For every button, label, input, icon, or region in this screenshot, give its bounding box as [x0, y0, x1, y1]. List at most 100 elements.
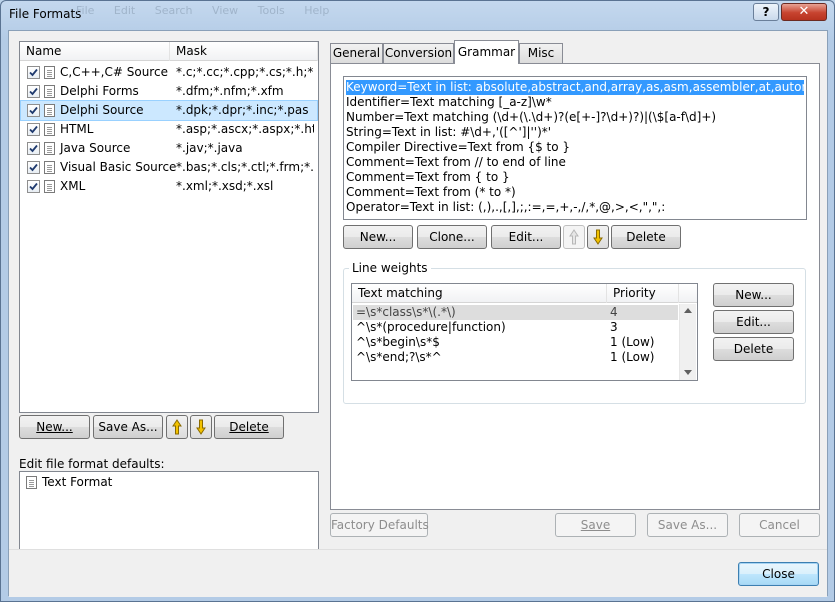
- new-format-label: New...: [36, 420, 73, 434]
- document-icon: [44, 161, 55, 174]
- tab-grammar[interactable]: Grammar: [454, 40, 519, 64]
- document-icon: [44, 142, 55, 155]
- new-format-button[interactable]: New...: [19, 415, 90, 439]
- format-enabled-checkbox[interactable]: [27, 104, 40, 117]
- format-name: XML: [60, 179, 86, 193]
- line-weights-list[interactable]: Text matching Priority =\s*class\s*\(.*\…: [351, 283, 698, 381]
- grammar-edit-label: Edit...: [508, 230, 544, 244]
- grammar-new-button[interactable]: New...: [343, 225, 413, 249]
- grammar-rule-item[interactable]: Comment=Text from // to end of line: [346, 155, 566, 170]
- grammar-move-down-button[interactable]: [587, 225, 609, 249]
- background-menu-ghost: File Edit Search View Tools Help: [76, 4, 345, 17]
- checkmark-icon: [29, 125, 38, 134]
- column-header-mask[interactable]: Mask: [170, 42, 318, 61]
- grammar-tab-panel: Keyword=Text in list: absolute,abstract,…: [330, 63, 820, 510]
- grammar-rule-item[interactable]: Compiler Directive=Text from {$ to }: [346, 140, 570, 155]
- grammar-rule-item[interactable]: Comment=Text from { to }: [346, 170, 510, 185]
- format-row[interactable]: Java Source *.jav;*.java: [21, 139, 317, 158]
- format-enabled-checkbox[interactable]: [27, 85, 40, 98]
- ghost-menu-item: View: [212, 4, 239, 17]
- format-row[interactable]: C,C++,C# Source *.c;*.cc;*.cpp;*.cs;*.h;*…: [21, 63, 317, 82]
- format-row[interactable]: Delphi Forms *.dfm;*.nfm;*.xfm: [21, 82, 317, 101]
- line-weight-pattern: ^\s*(procedure|function): [356, 320, 506, 334]
- factory-defaults-button[interactable]: Factory Defaults: [330, 513, 429, 537]
- format-enabled-checkbox[interactable]: [27, 66, 40, 79]
- grammar-delete-label: Delete: [626, 230, 666, 244]
- format-row[interactable]: HTML *.asp;*.ascx;*.aspx;*.ht...: [21, 120, 317, 139]
- format-name: C,C++,C# Source: [60, 65, 168, 79]
- line-weight-row[interactable]: ^\s*begin\s*$ 1 (Low): [353, 335, 678, 350]
- column-header-priority[interactable]: Priority: [607, 284, 679, 303]
- arrow-down-icon: [593, 229, 603, 245]
- tab-conversion[interactable]: Conversion: [383, 43, 454, 63]
- cancel-button[interactable]: Cancel: [739, 513, 820, 537]
- grammar-rule-item[interactable]: Keyword=Text in list: absolute,abstract,…: [346, 80, 806, 95]
- document-icon: [26, 476, 37, 489]
- list-header: Name Mask: [20, 42, 318, 61]
- format-mask: *.xml;*.xsd;*.xsl: [176, 179, 274, 193]
- list-item[interactable]: Text Format: [24, 473, 314, 492]
- format-name: HTML: [60, 122, 94, 136]
- column-header-name[interactable]: Name: [20, 42, 170, 61]
- save-button[interactable]: Save: [555, 513, 636, 537]
- format-name: Delphi Forms: [60, 84, 139, 98]
- format-row[interactable]: XML *.xml;*.xsd;*.xsl: [21, 177, 317, 196]
- footer-separator: [9, 549, 827, 597]
- save-as-format-button[interactable]: Save As...: [93, 415, 163, 439]
- grammar-rule-item[interactable]: Number=Text matching (\d+(\.\d+)?(e[+-]?…: [346, 110, 716, 125]
- line-weights-label: Line weights: [349, 261, 431, 275]
- arrow-up-icon: [172, 419, 182, 435]
- move-down-format-button[interactable]: [190, 415, 212, 439]
- help-button[interactable]: ?: [753, 3, 779, 21]
- scroll-down-icon: [684, 370, 692, 375]
- window-close-button[interactable]: ✕: [781, 3, 827, 21]
- arrow-up-icon: [569, 229, 579, 245]
- format-enabled-checkbox[interactable]: [27, 161, 40, 174]
- close-button[interactable]: Close: [738, 562, 819, 586]
- cancel-label: Cancel: [759, 518, 800, 532]
- line-weight-row[interactable]: ^\s*(procedure|function) 3: [353, 320, 678, 335]
- move-up-format-button[interactable]: [166, 415, 188, 439]
- grammar-delete-button[interactable]: Delete: [611, 225, 681, 249]
- file-format-list[interactable]: Name Mask C,C++,C# Source *.c;*.cc;*.cpp;…: [19, 41, 319, 413]
- line-weight-row[interactable]: ^\s*end;?\s*^ 1 (Low): [353, 350, 678, 365]
- save-as-button[interactable]: Save As...: [647, 513, 728, 537]
- format-mask: *.asp;*.ascx;*.aspx;*.ht...: [176, 122, 314, 136]
- weights-delete-button[interactable]: Delete: [713, 337, 794, 361]
- checkmark-icon: [29, 144, 38, 153]
- weights-edit-button[interactable]: Edit...: [713, 310, 794, 334]
- delete-format-button[interactable]: Delete: [214, 415, 284, 439]
- line-weight-row[interactable]: =\s*class\s*\(.*\) 4: [353, 305, 678, 320]
- weights-new-label: New...: [735, 288, 772, 302]
- edit-defaults-label: Edit file format defaults:: [19, 457, 165, 471]
- tab-misc[interactable]: Misc: [519, 43, 563, 63]
- line-weight-pattern: =\s*class\s*\(.*\): [356, 305, 456, 319]
- grammar-rule-item[interactable]: Comment=Text from (* to *): [346, 185, 516, 200]
- grammar-rule-item[interactable]: Identifier=Text matching [_a-z]\w*: [346, 95, 552, 110]
- format-enabled-checkbox[interactable]: [27, 142, 40, 155]
- line-weight-priority: 4: [610, 305, 618, 319]
- document-icon: [44, 85, 55, 98]
- line-weight-pattern: ^\s*end;?\s*^: [356, 350, 442, 364]
- line-weights-scrollbar[interactable]: [679, 304, 696, 380]
- ghost-menu-item: Tools: [257, 4, 285, 17]
- format-mask: *.dpk;*.dpr;*.inc;*.pas: [176, 103, 309, 117]
- document-icon: [44, 104, 55, 117]
- format-enabled-checkbox[interactable]: [27, 180, 40, 193]
- grammar-rules-list[interactable]: Keyword=Text in list: absolute,abstract,…: [343, 76, 807, 220]
- format-row[interactable]: Visual Basic Source *.bas;*.cls;*.ctl;*.f…: [21, 158, 317, 177]
- tab-general[interactable]: General: [330, 43, 383, 63]
- grammar-edit-button[interactable]: Edit...: [491, 225, 561, 249]
- grammar-rule-item[interactable]: String=Text in list: #\d+,'([^']|'')*': [346, 125, 551, 140]
- format-enabled-checkbox[interactable]: [27, 123, 40, 136]
- format-row[interactable]: Delphi Source *.dpk;*.dpr;*.inc;*.pas: [20, 100, 318, 121]
- column-header-text-matching[interactable]: Text matching: [352, 284, 607, 303]
- grammar-rule-item[interactable]: Operator=Text in list: (,),.,[,],;,:=,=,…: [346, 200, 665, 215]
- close-label: Close: [762, 567, 795, 581]
- weights-new-button[interactable]: New...: [713, 283, 794, 307]
- save-as-label: Save As...: [657, 518, 718, 532]
- checkmark-icon: [29, 182, 38, 191]
- grammar-move-up-button[interactable]: [563, 225, 585, 249]
- scroll-up-icon: [684, 308, 692, 313]
- grammar-clone-button[interactable]: Clone...: [417, 225, 487, 249]
